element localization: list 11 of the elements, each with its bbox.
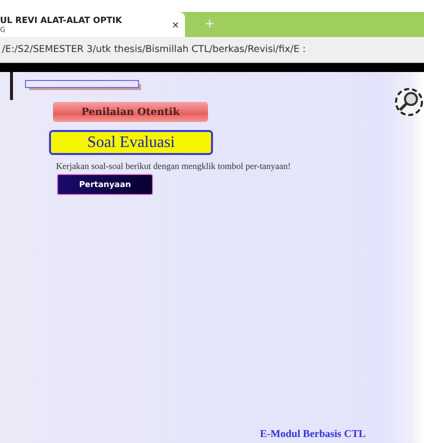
side-strip — [10, 72, 13, 100]
tab-title: UL REVI ALAT-ALAT OPTIK — [0, 16, 123, 26]
instruction-text: Kerjakan soal-soal berikut dengan mengklik tombol per-tanyaan! — [56, 161, 292, 172]
section-heading: Soal Evaluasi — [49, 130, 213, 155]
question-button[interactable]: Pertanyaan — [57, 174, 153, 195]
magnifier-icon[interactable] — [394, 87, 424, 117]
footer-text: E-Modul Berbasis CTL — [260, 429, 366, 440]
address-text: /E:/S2/SEMESTER 3/utk thesis/Bismillah CTL/berkas/Revisi/fix/E : — [2, 44, 306, 55]
section-banner: Penilaian Otentik — [53, 102, 208, 122]
address-bar[interactable]: /E:/S2/SEMESTER 3/utk thesis/Bismillah CTL/berkas/Revisi/fix/E : — [0, 37, 424, 63]
close-tab-button[interactable]: × — [172, 18, 179, 30]
